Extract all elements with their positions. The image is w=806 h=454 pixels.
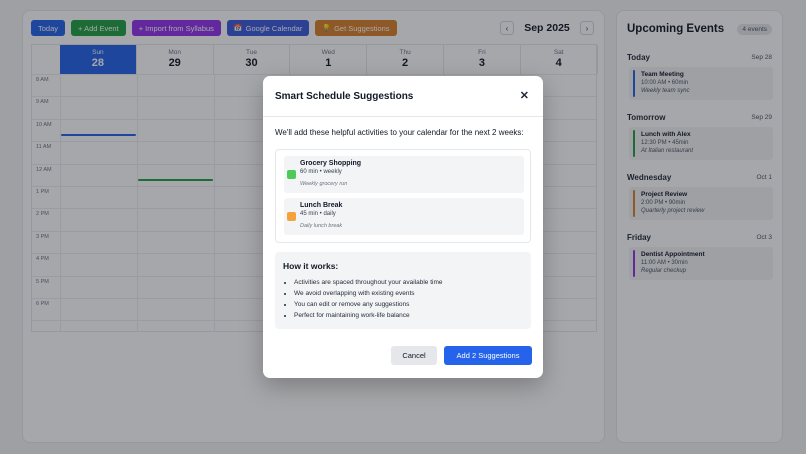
how-it-works-title: How it works: [283,261,339,271]
how-it-works-item: Activities are spaced throughout your av… [294,277,443,288]
suggestions-list: Grocery Shopping 60 min • weekly Weekly … [275,149,531,243]
modal-title: Smart Schedule Suggestions [275,91,414,102]
suggestions-modal: Smart Schedule Suggestions ✕ We'll add t… [263,76,543,378]
suggestion-item[interactable]: Lunch Break 45 min • daily Daily lunch b… [284,198,524,235]
close-icon[interactable]: ✕ [520,89,529,102]
how-it-works-list: Activities are spaced throughout your av… [294,277,443,321]
suggestion-name: Lunch Break [300,202,343,209]
suggestion-description: Weekly grocery run [300,181,348,187]
modal-divider [263,116,543,117]
cancel-button[interactable]: Cancel [391,346,437,365]
suggestion-name: Grocery Shopping [300,160,362,167]
add-suggestions-button[interactable]: Add 2 Suggestions [444,346,532,365]
how-it-works-item: Perfect for maintaining work-life balanc… [294,310,443,321]
suggestion-item[interactable]: Grocery Shopping 60 min • weekly Weekly … [284,156,524,193]
how-it-works-box: How it works: Activities are spaced thro… [275,252,531,329]
suggestion-color-swatch [287,212,296,221]
suggestion-meta: 45 min • daily [300,211,336,217]
how-it-works-item: You can edit or remove any suggestions [294,299,443,310]
suggestion-color-swatch [287,170,296,179]
modal-intro-text: We'll add these helpful activities to yo… [275,128,524,137]
suggestion-description: Daily lunch break [300,223,343,229]
suggestion-meta: 60 min • weekly [300,169,342,175]
how-it-works-item: We avoid overlapping with existing event… [294,288,443,299]
